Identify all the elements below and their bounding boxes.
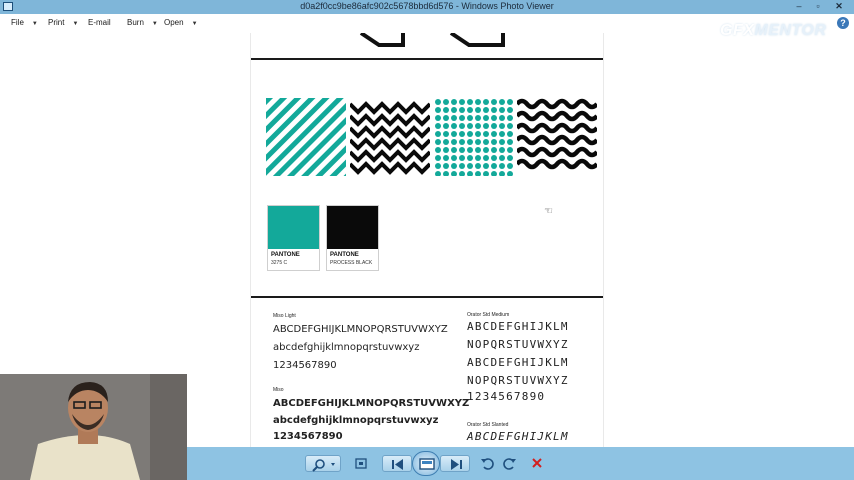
webcam-overlay (0, 374, 187, 480)
swatch-code: 3275 C (271, 260, 288, 266)
previous-icon (392, 459, 403, 470)
menu-open-label: Open (164, 18, 184, 27)
specimen-line: ABCDEFGHIJKLM (467, 320, 569, 333)
close-button[interactable]: ✕ (828, 0, 850, 14)
swatch-chip (327, 206, 378, 249)
menu-file[interactable]: File ▼ (11, 18, 38, 27)
next-icon (451, 459, 462, 470)
swatch-brand: PANTONE (271, 252, 300, 258)
delete-button[interactable] (529, 455, 545, 472)
displayed-image[interactable]: PANTONE 3275 C PANTONE PROCESS BLACK ☜ M… (250, 33, 604, 447)
menu-burn[interactable]: Burn ▼ (127, 18, 158, 27)
menu-print[interactable]: Print ▼ (48, 18, 78, 27)
swatch-code: PROCESS BLACK (330, 260, 373, 266)
specimen-uppercase: ABCDEFGHIJKLMNOPQRSTUVWXYZ (273, 324, 448, 335)
next-button[interactable] (440, 455, 470, 472)
window-title: d0a2f0cc9be86afc902c5678bbd6d576 - Windo… (300, 1, 554, 11)
help-icon[interactable]: ? (837, 17, 849, 29)
hand-cursor-icon: ☜ (544, 206, 553, 217)
font-name-orator-slanted: Orator Std Slanted (467, 422, 509, 428)
zoom-icon (312, 459, 335, 472)
swatch-chip (268, 206, 319, 249)
font-name-miso: Miso (273, 387, 284, 393)
font-name-miso-light: Miso Light (273, 313, 296, 319)
specimen-line: ABCDEFGHIJKLM (467, 356, 569, 369)
specimen-lowercase: abcdefghijklmnopqrstuvwxyz (273, 342, 420, 353)
menu-file-label: File (11, 18, 24, 27)
zoom-button[interactable] (305, 455, 341, 472)
chevron-down-icon: ▼ (31, 21, 38, 27)
menu-print-label: Print (48, 18, 65, 27)
specimen-lowercase: abcdefghijklmnopqrstuvwxyz (273, 415, 439, 426)
pantone-swatch-teal: PANTONE 3275 C (267, 205, 320, 271)
delete-icon (532, 458, 542, 468)
specimen-line: NOPQRSTUVWXYZ (467, 374, 569, 387)
chevron-down-icon: ▼ (151, 21, 158, 27)
gfxmentor-watermark-logo: GFXMENTOR (720, 22, 826, 40)
black-chevron-pattern (350, 98, 430, 176)
rotate-counterclockwise-button[interactable] (480, 455, 496, 472)
menu-email[interactable]: E-mail (88, 18, 111, 27)
pantone-swatch-black: PANTONE PROCESS BLACK (326, 205, 379, 271)
teal-diagonal-stripes-pattern (266, 98, 346, 176)
title-bar: d0a2f0cc9be86afc902c5678bbd6d576 - Windo… (0, 0, 854, 14)
specimen-digits: 1234567890 (467, 390, 546, 403)
specimen-digits: 1234567890 (273, 431, 343, 442)
slideshow-icon (419, 458, 435, 470)
divider-line (251, 296, 603, 298)
specimen-uppercase: ABCDEFGHIJKLMNOPQRSTUVWXYZ (273, 398, 470, 409)
font-name-orator-medium: Orator Std Medium (467, 312, 510, 318)
previous-button[interactable] (382, 455, 412, 472)
watermark-part2: MENTOR (754, 22, 827, 39)
presenter-video (0, 374, 187, 480)
slideshow-button[interactable] (412, 451, 440, 476)
actual-size-icon (355, 458, 367, 469)
chevron-down-icon: ▼ (72, 21, 79, 27)
photo-viewer-window: d0a2f0cc9be86afc902c5678bbd6d576 - Windo… (0, 0, 854, 480)
black-wave-pattern (517, 98, 597, 176)
chevron-down-icon: ▼ (191, 21, 198, 27)
teal-polka-dot-pattern (434, 98, 514, 176)
menu-email-label: E-mail (88, 18, 111, 27)
actual-size-button[interactable] (352, 455, 370, 472)
specimen-digits: 1234567890 (273, 360, 337, 371)
specimen-line: NOPQRSTUVWXYZ (467, 338, 569, 351)
swatch-brand: PANTONE (330, 252, 359, 258)
menu-burn-label: Burn (127, 18, 144, 27)
viewer-toolbar (187, 447, 854, 480)
partial-logo-shapes (359, 33, 505, 47)
watermark-part1: GFX (720, 22, 755, 39)
divider-line (251, 58, 603, 60)
rotate-clockwise-icon (503, 458, 516, 470)
rotate-clockwise-button[interactable] (501, 455, 517, 472)
specimen-line: ABCDEFGHIJKLM (467, 430, 569, 443)
maximize-button[interactable]: ▫ (807, 0, 829, 14)
rotate-counterclockwise-icon (481, 458, 494, 470)
menu-open[interactable]: Open ▼ (164, 18, 198, 27)
